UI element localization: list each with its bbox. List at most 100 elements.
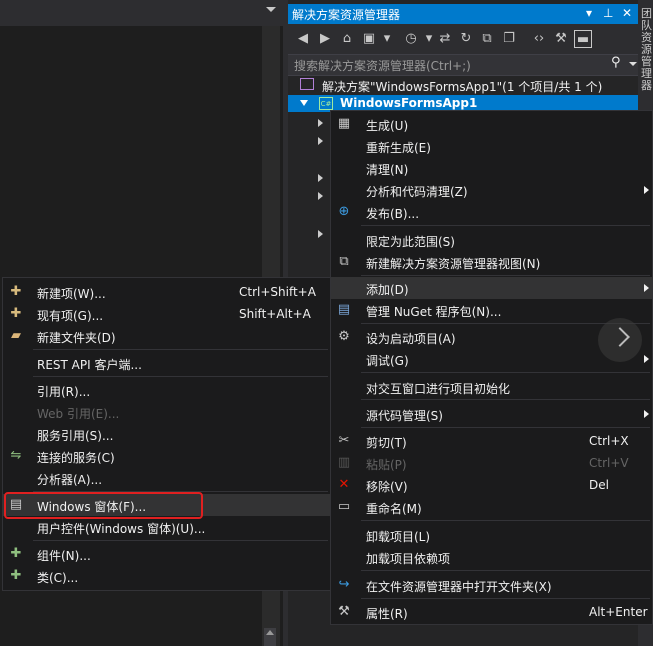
menu-item-publish[interactable]: ⊕ 发布(B)...: [331, 201, 652, 223]
separator: [361, 225, 650, 226]
collapsed-arrow-icon[interactable]: [318, 230, 323, 238]
preview-icon[interactable]: ▬: [574, 30, 592, 48]
menu-item-add[interactable]: 添加(D): [331, 277, 652, 299]
search-input[interactable]: 搜索解决方案资源管理器(Ctrl+;): [294, 57, 471, 74]
solution-node[interactable]: 解决方案"WindowsFormsApp1"(1 个项目/共 1 个): [322, 78, 602, 95]
separator: [361, 399, 650, 400]
menu-item-interactive-init[interactable]: 对交互窗口进行项目初始化: [331, 376, 652, 398]
collapse-all-icon[interactable]: ⧉: [478, 30, 496, 48]
highlight-annotation-box: [4, 492, 203, 519]
menu-item-load-deps[interactable]: 加载项目依赖项: [331, 546, 652, 568]
menu-item-new-folder[interactable]: ▰ 新建文件夹(D): [3, 325, 330, 347]
collapsed-arrow-icon[interactable]: [318, 192, 323, 200]
chevron-down-icon[interactable]: [266, 7, 276, 12]
menu-item-unload[interactable]: 卸载项目(L): [331, 524, 652, 546]
menu-item-scope[interactable]: 限定为此范围(S): [331, 229, 652, 251]
menu-item-connected-service[interactable]: ⇋ 连接的服务(C): [3, 445, 330, 467]
team-explorer-tab[interactable]: 团队资源管理器: [641, 8, 652, 92]
menu-item-new-item[interactable]: ✚ 新建项(W)... Ctrl+Shift+A: [3, 281, 330, 303]
submenu-arrow-icon: [644, 284, 649, 292]
menu-item-properties[interactable]: ⚒ 属性(R) Alt+Enter: [331, 601, 652, 623]
chevron-down-icon[interactable]: ▾: [586, 6, 592, 20]
menu-item-source-control[interactable]: 源代码管理(S): [331, 403, 652, 425]
close-icon[interactable]: ✕: [622, 6, 632, 20]
collapsed-arrow-icon[interactable]: [318, 137, 323, 145]
forward-icon[interactable]: ▶: [316, 30, 334, 48]
folder-icon: ▰: [11, 328, 21, 343]
submenu-arrow-icon: [644, 410, 649, 418]
menu-item-new-view[interactable]: ⧉ 新建解决方案资源管理器视图(N): [331, 251, 652, 273]
menu-item-build[interactable]: ▦ 生成(U): [331, 113, 652, 135]
submenu-arrow-icon: [644, 355, 649, 363]
separator: [33, 540, 328, 541]
menu-item-analyze[interactable]: 分析和代码清理(Z): [331, 179, 652, 201]
separator: [361, 372, 650, 373]
home-icon[interactable]: ⌂: [338, 30, 356, 48]
back-icon[interactable]: ◀: [294, 30, 312, 48]
menu-item-nuget[interactable]: ▤ 管理 NuGet 程序包(N)...: [331, 299, 652, 321]
separator: [361, 427, 650, 428]
menu-item-reference[interactable]: 引用(R)...: [3, 379, 330, 401]
menu-item-existing-item[interactable]: ✚ 现有项(G)... Shift+Alt+A: [3, 303, 330, 325]
existing-item-icon: ✚: [10, 306, 22, 321]
menu-item-user-control[interactable]: 用户控件(Windows 窗体)(U)...: [3, 516, 330, 538]
rename-icon: ▭: [337, 499, 351, 514]
separator: [33, 349, 328, 350]
menu-item-rename[interactable]: ▭ 重命名(M): [331, 496, 652, 518]
paste-icon: ▥: [337, 455, 351, 470]
search-icon[interactable]: ⚲: [611, 55, 621, 70]
new-view-icon: ⧉: [339, 254, 349, 269]
build-icon: ▦: [337, 116, 351, 131]
separator: [361, 275, 650, 276]
show-all-files-icon[interactable]: ❐: [500, 30, 518, 48]
expanded-arrow-icon[interactable]: [300, 100, 308, 106]
class-icon: ✚: [10, 568, 22, 583]
project-label: WindowsFormsApp1: [340, 96, 478, 110]
editor-tab-bar: [0, 0, 283, 26]
chevron-down-icon[interactable]: [629, 62, 637, 66]
menu-item-rebuild[interactable]: 重新生成(E): [331, 135, 652, 157]
menu-item-analyzer[interactable]: 分析器(A)...: [3, 467, 330, 489]
menu-item-web-reference: Web 引用(E)...: [37, 407, 120, 421]
menu-item-service-reference[interactable]: 服务引用(S)...: [3, 423, 330, 445]
separator: [361, 570, 650, 571]
properties-wrench-icon[interactable]: ⚒: [552, 30, 570, 48]
submenu-arrow-icon: [644, 186, 649, 194]
menu-item-open-folder[interactable]: ↪ 在文件资源管理器中打开文件夹(X): [331, 574, 652, 596]
pin-icon[interactable]: ⊥: [603, 6, 613, 20]
solution-icon: [300, 78, 314, 90]
switch-view-icon[interactable]: ▣: [360, 30, 378, 48]
refresh-icon[interactable]: ↻: [457, 30, 475, 48]
add-submenu: ✚ 新建项(W)... Ctrl+Shift+A ✚ 现有项(G)... Shift+A…: [2, 277, 331, 591]
solution-explorer-title: 解决方案资源管理器: [292, 8, 401, 22]
menu-item-remove[interactable]: ✕ 移除(V) Del: [331, 474, 652, 496]
separator: [361, 520, 650, 521]
separator: [33, 376, 328, 377]
project-context-menu: ▦ 生成(U) 重新生成(E) 清理(N) 分析和代码清理(Z) ⊕ 发布(B)..…: [330, 110, 653, 625]
menu-item-cut[interactable]: ✂ 剪切(T) Ctrl+X: [331, 430, 652, 452]
scissors-icon: ✂: [338, 433, 350, 448]
scroll-up-icon[interactable]: [266, 630, 274, 635]
globe-icon: ⊕: [338, 204, 350, 219]
collapsed-arrow-icon[interactable]: [318, 174, 323, 182]
menu-item-rest-api[interactable]: REST API 客户端...: [3, 352, 330, 374]
sync-icon[interactable]: ⇄: [436, 30, 454, 48]
wrench-icon: ⚒: [338, 604, 350, 619]
view-code-icon[interactable]: ‹›: [530, 30, 548, 48]
menu-item-component[interactable]: ✚ 组件(N)...: [3, 543, 330, 565]
menu-item-clean[interactable]: 清理(N): [331, 157, 652, 179]
menu-item-paste: ▥ 粘贴(P) Ctrl+V: [337, 455, 629, 472]
remove-icon: ✕: [338, 477, 350, 492]
connected-service-icon: ⇋: [10, 448, 22, 463]
gear-icon: ⚙: [338, 329, 350, 344]
refresh-open-icon: ↪: [338, 577, 350, 592]
nuget-icon: ▤: [337, 302, 351, 317]
collapsed-arrow-icon[interactable]: [318, 119, 323, 127]
menu-item-class[interactable]: ✚ 类(C)...: [3, 565, 330, 587]
new-item-icon: ✚: [10, 284, 22, 299]
history-icon[interactable]: ◷: [402, 30, 420, 48]
component-icon: ✚: [10, 546, 22, 561]
csharp-project-icon: C#: [319, 97, 333, 110]
separator: [361, 598, 650, 599]
chevron-down-icon[interactable]: ▾: [378, 30, 396, 48]
